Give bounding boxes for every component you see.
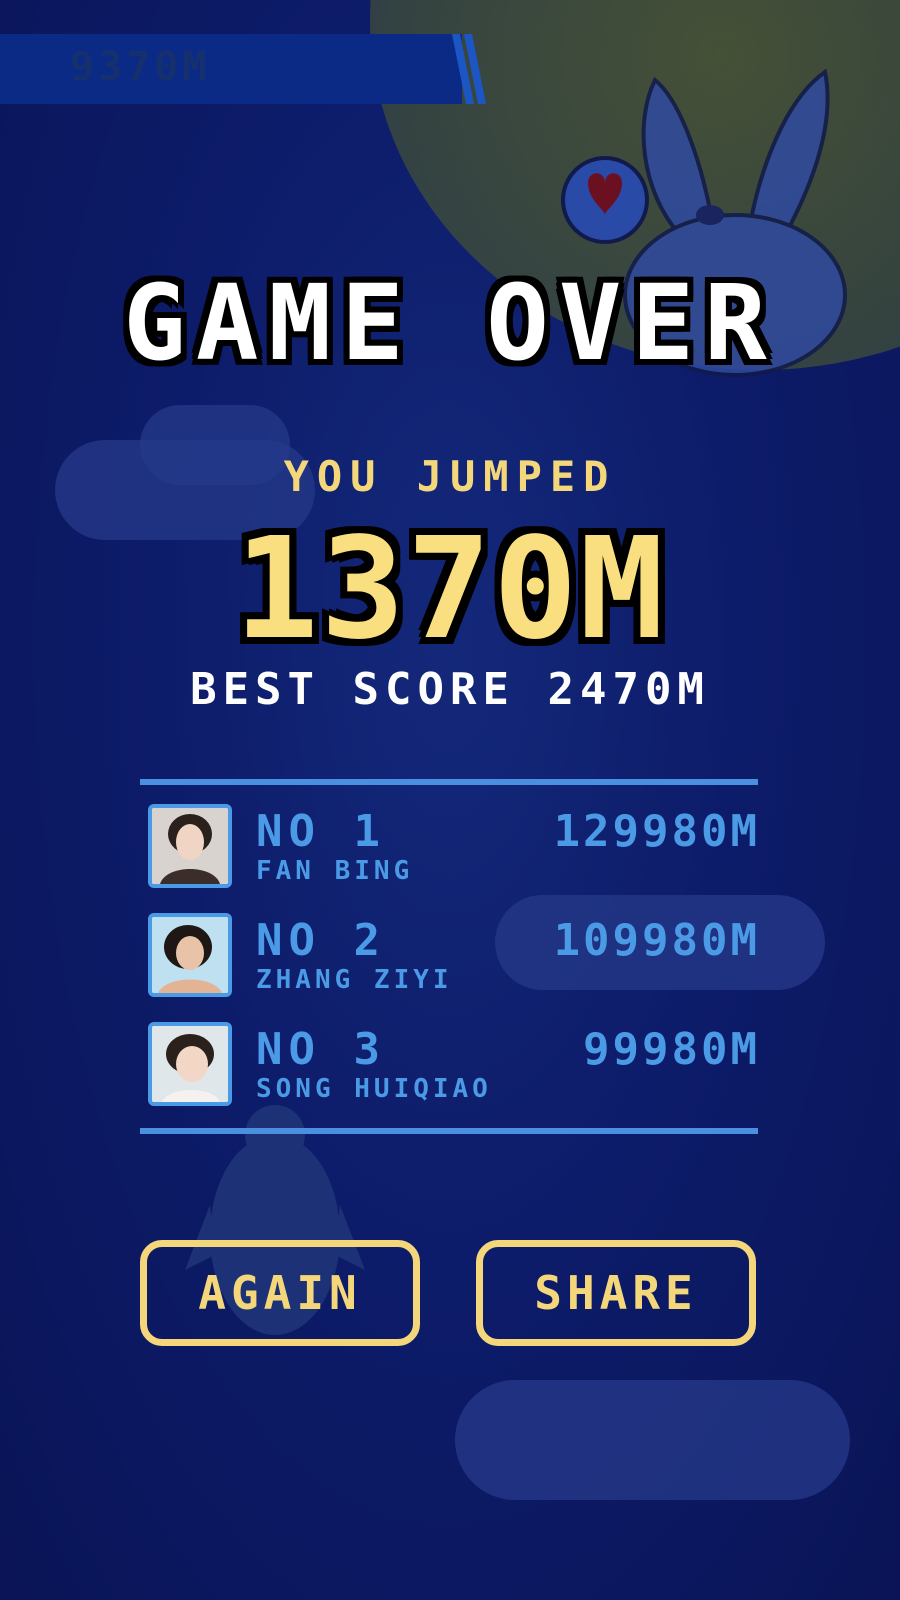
leaderboard-distance: 129980M — [553, 806, 760, 857]
leaderboard-top-divider — [140, 779, 758, 785]
avatar — [148, 804, 232, 888]
game-over-screen: 9370M GAME OVER YOU JUMPED 1370M BEST SC… — [0, 0, 900, 1600]
again-button-label: AGAIN — [198, 1266, 362, 1320]
final-score: 1370M — [234, 508, 666, 671]
avatar-photo-icon — [152, 917, 228, 993]
leaderboard-row: NO 2 ZHANG ZIYI 109980M — [148, 913, 760, 999]
leaderboard-name: FAN BING — [256, 856, 414, 886]
share-button[interactable]: SHARE — [476, 1240, 756, 1346]
leaderboard-rank: NO 3 — [256, 1024, 386, 1075]
leaderboard-distance: 99980M — [583, 1024, 760, 1075]
avatar-photo-icon — [152, 808, 228, 884]
leaderboard-row: NO 1 FAN BING 129980M — [148, 804, 760, 890]
current-score-text: 9370M — [70, 44, 211, 90]
leaderboard-rank: NO 1 — [256, 806, 386, 857]
leaderboard-bottom-divider — [140, 1128, 758, 1134]
leaderboard-row: NO 3 SONG HUIQIAO 99980M — [148, 1022, 760, 1108]
avatar-photo-icon — [152, 1026, 228, 1102]
best-score-text: BEST SCORE 2470M — [190, 664, 710, 715]
leaderboard-name: SONG HUIQIAO — [256, 1074, 492, 1104]
leaderboard-rank: NO 2 — [256, 915, 386, 966]
again-button[interactable]: AGAIN — [140, 1240, 420, 1346]
leaderboard-distance: 109980M — [553, 915, 760, 966]
leaderboard-name: ZHANG ZIYI — [256, 965, 453, 995]
avatar — [148, 913, 232, 997]
share-button-label: SHARE — [534, 1266, 698, 1320]
game-over-title: GAME OVER — [123, 262, 777, 384]
cloud-decoration — [455, 1380, 850, 1500]
avatar — [148, 1022, 232, 1106]
banner-stripes-decoration — [452, 34, 486, 104]
you-jumped-label: YOU JUMPED — [283, 452, 617, 501]
